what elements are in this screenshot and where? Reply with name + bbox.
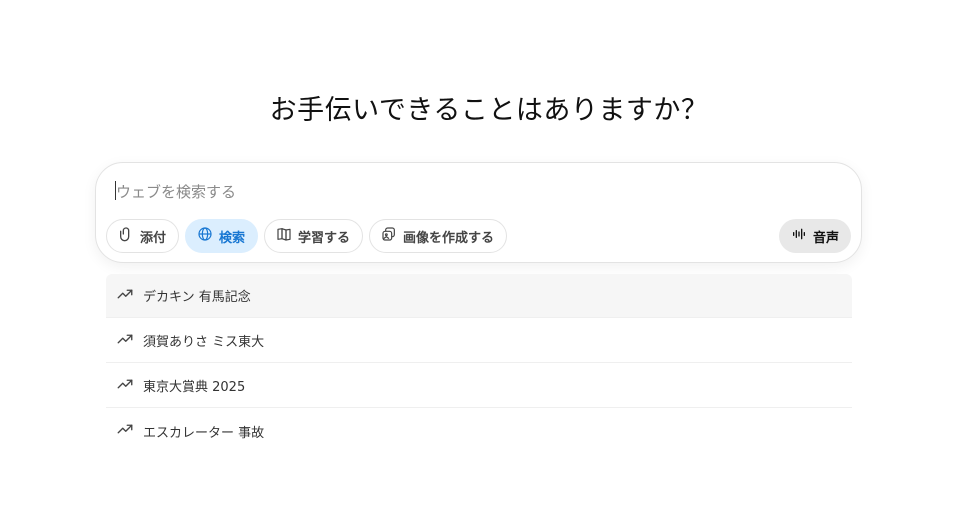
suggestion-item[interactable]: 東京大賞典 2025	[106, 364, 852, 408]
search-label: 検索	[219, 230, 246, 246]
trending-icon	[116, 420, 134, 442]
study-button[interactable]: 学習する	[264, 219, 364, 253]
suggestion-text: エスカレーター 事故	[143, 425, 265, 441]
voice-button[interactable]: 音声	[778, 219, 851, 253]
attach-button[interactable]: 添付	[106, 219, 180, 253]
page-title: お手伝いできることはありますか？	[269, 95, 709, 126]
trending-icon	[116, 330, 134, 352]
suggestion-text: デカキン 有馬記念	[143, 290, 251, 305]
text-caret	[115, 181, 116, 200]
suggestion-text: 東京大賞典 2025	[143, 380, 246, 395]
voice-label: 音声	[812, 230, 839, 246]
trending-icon	[116, 375, 134, 397]
create-image-button[interactable]: 画像を作成する	[369, 219, 508, 253]
image-create-icon	[381, 226, 397, 246]
book-icon	[276, 226, 292, 246]
paperclip-icon	[118, 226, 134, 246]
suggestion-item[interactable]: エスカレーター 事故	[106, 409, 852, 453]
suggestion-text: 須賀ありさ ミス東大	[143, 335, 265, 350]
create-image-label: 画像を作成する	[403, 230, 495, 246]
suggestion-item[interactable]: 須賀ありさ ミス東大	[106, 319, 852, 363]
waveform-icon	[791, 226, 807, 246]
study-label: 学習する	[298, 230, 351, 246]
composer: 添付 検索 学習する 画像を作成する 音声	[95, 162, 862, 263]
composer-tools: 添付 検索 学習する 画像を作成する	[106, 219, 508, 253]
search-button[interactable]: 検索	[185, 219, 259, 253]
suggestion-item[interactable]: デカキン 有馬記念	[106, 274, 852, 318]
trending-icon	[116, 285, 134, 307]
suggestion-list: デカキン 有馬記念 須賀ありさ ミス東大 東京大賞典 2025 エスカレーター …	[106, 274, 852, 453]
attach-label: 添付	[140, 230, 167, 246]
globe-icon	[197, 226, 213, 246]
search-input[interactable]	[114, 179, 838, 205]
